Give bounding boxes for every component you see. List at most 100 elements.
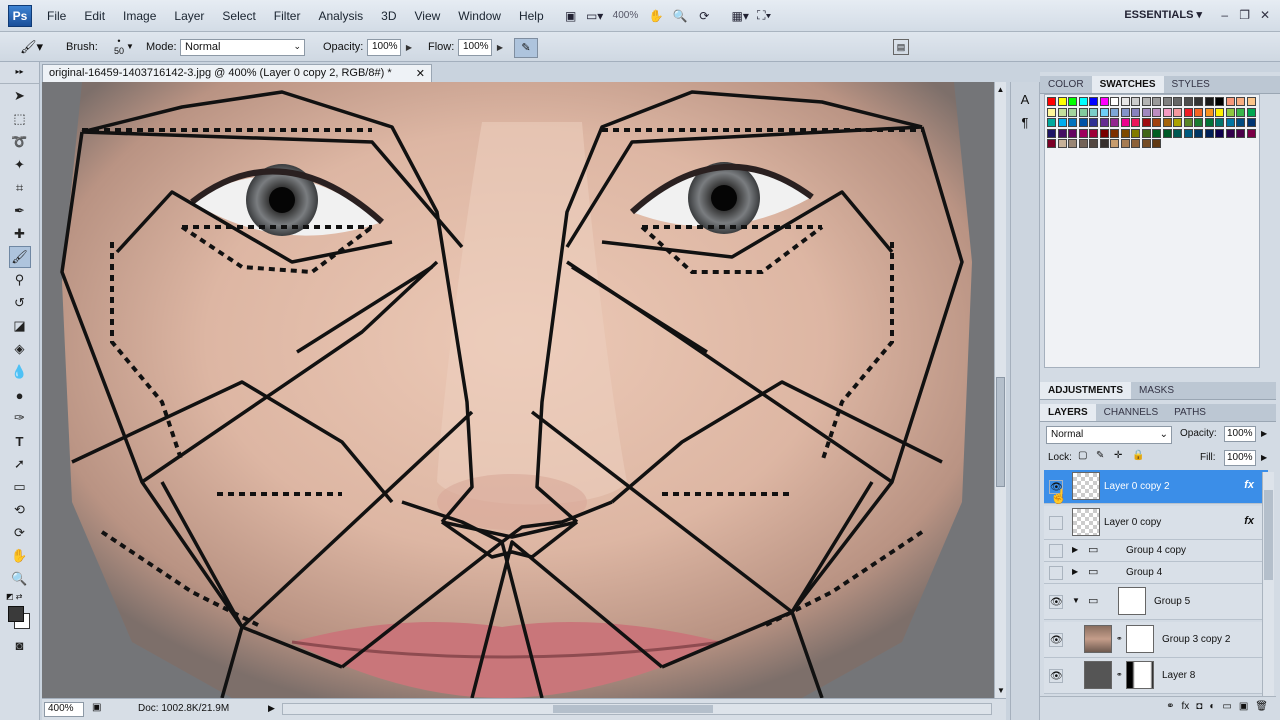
swatch[interactable] (1057, 128, 1067, 138)
swatch[interactable] (1194, 118, 1203, 127)
swatch[interactable] (1215, 118, 1224, 127)
panel-tab-swatches[interactable]: SWATCHES (1091, 76, 1164, 93)
brush-tool-icon[interactable]: 🖌 (8, 246, 31, 268)
fill-input[interactable]: 100% (1224, 450, 1256, 466)
paragraph-panel-icon[interactable]: ¶ (1016, 115, 1034, 130)
swatch[interactable] (1089, 128, 1098, 138)
swatch[interactable] (1183, 107, 1193, 117)
swatch[interactable] (1204, 118, 1214, 127)
lasso-tool-icon[interactable]: ➰ (9, 131, 31, 153)
type-tool-icon[interactable]: T (9, 430, 31, 452)
flow-input[interactable]: 100% (458, 39, 492, 56)
swatch[interactable] (1099, 118, 1109, 127)
delete-layer-icon[interactable]: 🗑 (1255, 701, 1268, 718)
swatch[interactable] (1047, 107, 1056, 117)
menu-image[interactable]: Image (114, 0, 165, 32)
layer-row[interactable]: 👁 Layer 0 copy 2 fx (1044, 470, 1268, 504)
layer-visibility-icon[interactable]: 👁 (1049, 595, 1063, 609)
swatch[interactable] (1246, 128, 1256, 138)
swatch[interactable] (1110, 97, 1119, 106)
add-mask-icon[interactable]: ◘ (1196, 701, 1202, 718)
layer-row[interactable]: 👁 ⚭ Layer 8 (1044, 658, 1268, 694)
swatch[interactable] (1183, 128, 1193, 138)
rectangle-tool-icon[interactable]: ▭ (9, 476, 31, 498)
swatch[interactable] (1047, 97, 1056, 106)
layer-mask-thumbnail[interactable] (1126, 661, 1154, 689)
swatch[interactable] (1152, 128, 1161, 138)
crop-tool-icon[interactable]: ⌗ (9, 177, 31, 199)
eyedropper-tool-icon[interactable]: ✒ (9, 200, 31, 222)
swatch[interactable] (1047, 139, 1056, 148)
lock-image-icon[interactable]: ✎ (1096, 450, 1104, 461)
workspace-switcher[interactable]: ESSENTIALS ▾ (1124, 8, 1202, 21)
swatch[interactable] (1194, 97, 1203, 106)
swatch[interactable] (1141, 97, 1151, 106)
swatch[interactable] (1057, 97, 1067, 106)
minimize-button[interactable]: – (1221, 8, 1228, 22)
zoom-level[interactable]: 400% (613, 10, 639, 21)
swatch[interactable] (1152, 139, 1161, 148)
history-brush-tool-icon[interactable]: ↺ (9, 292, 31, 314)
close-document-icon[interactable]: ✕ (416, 67, 425, 80)
swatch[interactable] (1131, 118, 1140, 127)
panel-tab-adjustments[interactable]: ADJUSTMENTS (1040, 382, 1132, 399)
new-adjustment-icon[interactable]: ◐ (1209, 701, 1215, 718)
paint-bucket-tool-icon[interactable]: ◈ (9, 338, 31, 360)
swatch[interactable] (1236, 128, 1245, 138)
brush-dropdown-icon[interactable]: ▼ (126, 42, 134, 51)
swatch[interactable] (1057, 107, 1067, 117)
panel-tab-layers[interactable]: LAYERS (1040, 404, 1096, 421)
default-colors-icon[interactable]: ◩ ⇄ (6, 592, 39, 601)
swatch[interactable] (1225, 118, 1235, 127)
panel-tab-color[interactable]: COLOR (1040, 76, 1092, 93)
swatch[interactable] (1078, 139, 1088, 148)
swatch[interactable] (1173, 107, 1182, 117)
vertical-scrollbar[interactable]: ▲ ▼ (994, 82, 1006, 698)
layer-mask-thumbnail[interactable] (1126, 625, 1154, 653)
tools-panel-grip[interactable]: ▸▸ (0, 62, 39, 84)
layers-scroll-thumb[interactable] (1264, 490, 1273, 580)
swatch[interactable] (1152, 118, 1161, 127)
swatch[interactable] (1120, 139, 1130, 148)
scroll-thumb[interactable] (996, 377, 1005, 487)
swatch[interactable] (1173, 118, 1182, 127)
swatch[interactable] (1152, 97, 1161, 106)
chain-link-icon[interactable]: ⚭ (1116, 670, 1123, 679)
swatch[interactable] (1225, 107, 1235, 117)
swatch[interactable] (1078, 118, 1088, 127)
layer-visibility-icon[interactable] (1049, 566, 1063, 580)
marquee-tool-icon[interactable]: ⬚ (9, 108, 31, 130)
status-info-icon[interactable]: ▣ (92, 702, 101, 713)
layer-row[interactable]: ▶ ▭ Group 4 copy (1044, 540, 1268, 562)
layer-effects-icon[interactable]: fx (1244, 479, 1254, 491)
swatch[interactable] (1194, 128, 1203, 138)
swatch[interactable] (1068, 97, 1077, 106)
swatch[interactable] (1215, 107, 1224, 117)
swatch[interactable] (1141, 118, 1151, 127)
swatch[interactable] (1099, 97, 1109, 106)
swatch[interactable] (1110, 118, 1119, 127)
swatch[interactable] (1068, 118, 1077, 127)
swatch[interactable] (1057, 139, 1067, 148)
zoom-tool-icon[interactable]: 🔍 (9, 568, 31, 590)
menu-help[interactable]: Help (510, 0, 553, 32)
swatch[interactable] (1162, 97, 1172, 106)
arrange-documents-icon[interactable]: ▦▾ (730, 7, 750, 25)
swatch[interactable] (1089, 118, 1098, 127)
swatch[interactable] (1089, 97, 1098, 106)
swatch[interactable] (1057, 118, 1067, 127)
swatch[interactable] (1162, 107, 1172, 117)
swatch[interactable] (1078, 128, 1088, 138)
swatch[interactable] (1068, 139, 1077, 148)
swatch[interactable] (1131, 97, 1140, 106)
swatch[interactable] (1162, 118, 1172, 127)
3d-orbit-tool-icon[interactable]: ⟳ (9, 522, 31, 544)
panel-tab-styles[interactable]: STYLES (1164, 76, 1218, 93)
swatch[interactable] (1089, 107, 1098, 117)
document-canvas[interactable] (42, 82, 994, 698)
hand-icon[interactable]: ✋ (646, 7, 666, 25)
blend-mode-select[interactable]: Normal ⌄ (1046, 426, 1172, 444)
swatch[interactable] (1141, 139, 1151, 148)
layer-row[interactable]: 👁 ▼ ▭ Group 5 (1044, 584, 1268, 620)
horizontal-scrollbar[interactable] (282, 703, 992, 715)
